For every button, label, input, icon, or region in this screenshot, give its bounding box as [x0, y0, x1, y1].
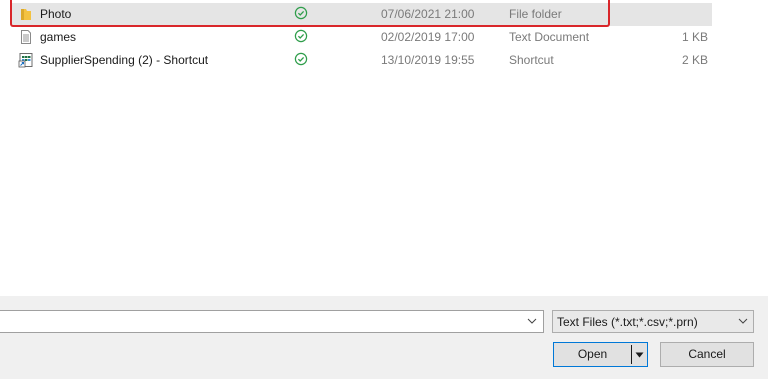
file-row-supplierspending[interactable]: SupplierSpending (2) - Shortcut 13/10/20…: [12, 49, 712, 72]
file-size: 1 KB: [681, 30, 708, 44]
open-split-button: Open: [553, 342, 648, 367]
file-row-games[interactable]: games 02/02/2019 17:00 Text Document 1 K…: [12, 26, 712, 49]
file-type: Text Document: [509, 30, 590, 44]
file-name: Photo: [40, 7, 72, 21]
file-type-filter-label: Text Files (*.txt;*.csv;*.prn): [557, 315, 698, 329]
file-name: games: [40, 30, 77, 44]
excel-shortcut-icon: [18, 53, 33, 68]
caret-down-icon: [635, 352, 644, 358]
dialog-footer: Text Files (*.txt;*.csv;*.prn) Open Canc…: [0, 296, 768, 379]
chevron-down-icon[interactable]: [527, 317, 537, 325]
cancel-button[interactable]: Cancel: [660, 342, 754, 367]
sync-ok-icon: [294, 29, 308, 43]
file-date: 02/02/2019 17:00: [381, 30, 475, 44]
open-button[interactable]: Open: [554, 343, 631, 366]
file-name-combobox[interactable]: [0, 310, 544, 333]
sync-ok-icon: [294, 6, 308, 20]
file-list: Photo 07/06/2021 21:00 File folder games…: [0, 0, 768, 296]
file-type-filter-select[interactable]: Text Files (*.txt;*.csv;*.prn): [552, 310, 754, 333]
file-name: SupplierSpending (2) - Shortcut: [40, 53, 209, 67]
file-date: 13/10/2019 19:55: [381, 53, 475, 67]
file-date: 07/06/2021 21:00: [381, 7, 475, 21]
open-options-button[interactable]: [632, 343, 647, 366]
folder-icon: [21, 9, 31, 20]
file-type: File folder: [509, 7, 562, 21]
file-type: Shortcut: [509, 53, 554, 67]
text-file-icon: [21, 30, 31, 44]
sync-ok-icon: [294, 52, 308, 66]
file-name-input[interactable]: [0, 311, 526, 332]
chevron-down-icon: [738, 318, 748, 324]
file-row-photo[interactable]: Photo 07/06/2021 21:00 File folder: [12, 3, 712, 26]
file-size: 2 KB: [681, 53, 708, 67]
